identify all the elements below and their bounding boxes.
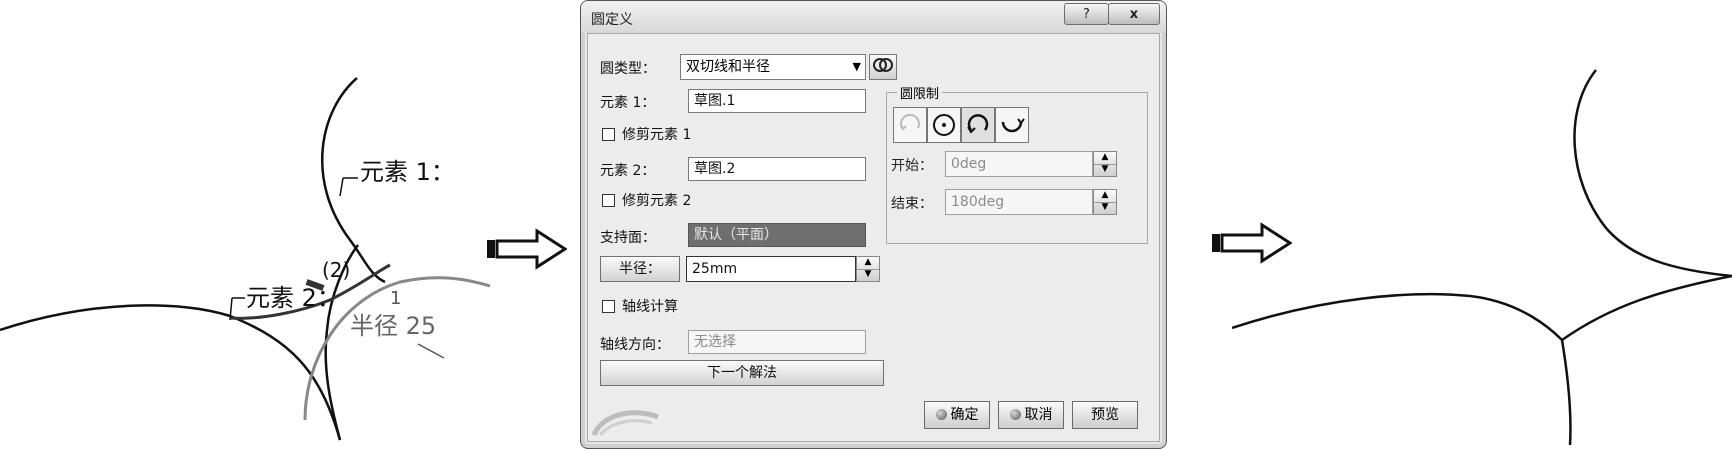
ok-label: 确定: [950, 407, 979, 423]
arrow-right-icon: [487, 228, 567, 270]
title-bar: 圆定义 ? x: [581, 1, 1166, 33]
radius-annotation: 半径 25: [350, 312, 437, 340]
element1-input[interactable]: 草图.1: [688, 89, 866, 113]
element2-input[interactable]: 草图.2: [688, 157, 866, 181]
radius-button[interactable]: 半径：: [600, 256, 680, 282]
element2-field-label: 元素 2：: [600, 163, 656, 179]
radius-input[interactable]: 25mm: [686, 256, 856, 282]
dialog-body: 圆类型： 双切线和半径 ▼ 元素 1： 草图.1 修剪元素 1 元素 2： 草图…: [587, 33, 1160, 442]
marker-number: (2): [322, 258, 351, 282]
leader-line-1b: [339, 177, 344, 197]
circle-definition-dialog: 圆定义 ? x 圆类型： 双切线和半径 ▼ 元素 1： 草图.1 修剪元素 1 …: [580, 0, 1167, 449]
circle-type-label: 圆类型：: [600, 61, 656, 77]
end-spinner[interactable]: ▲ ▼: [1093, 189, 1117, 215]
circle-limits-group: 圆限制 开始： 0deg ▲ ▼ 结束： 180deg ▲ ▼: [886, 83, 1148, 244]
support-input[interactable]: 默认（平面）: [688, 223, 866, 247]
whole-circle-icon[interactable]: [927, 107, 961, 143]
trim-element2-checkbox[interactable]: [602, 194, 615, 207]
circle-type-value: 双切线和半径: [686, 59, 770, 75]
spin-down-icon[interactable]: ▼: [857, 269, 879, 281]
result-left-curve: [1232, 292, 1563, 341]
trim-element1-checkbox[interactable]: [602, 128, 615, 141]
trim-element2-label: 修剪元素 2: [622, 193, 692, 209]
end-input[interactable]: 180deg: [945, 189, 1093, 215]
next-solution-button[interactable]: 下一个解法: [600, 360, 884, 386]
radius-spinner[interactable]: ▲ ▼: [856, 256, 880, 282]
element2-label: 元素 2：: [246, 284, 341, 312]
left-sketch: [0, 77, 491, 441]
ok-icon: [935, 409, 947, 420]
spin-down-icon[interactable]: ▼: [1094, 164, 1116, 176]
close-button[interactable]: x: [1108, 3, 1160, 25]
start-spinner[interactable]: ▲ ▼: [1093, 151, 1117, 177]
support-label: 支持面：: [600, 230, 656, 246]
cancel-icon: [1009, 409, 1021, 420]
circle-type-options-icon[interactable]: [869, 54, 897, 80]
radius-leader: [417, 343, 445, 359]
cancel-button[interactable]: 取消: [998, 401, 1064, 429]
catia-logo-icon: [592, 410, 659, 437]
trim-element1-label: 修剪元素 1: [622, 127, 692, 143]
axis-direction-label: 轴线方向：: [600, 337, 670, 353]
element1-label: 元素 1：: [360, 158, 455, 186]
circle-limits-title: 圆限制: [897, 83, 943, 102]
dialog-title: 圆定义: [591, 12, 633, 28]
element2-curve: [0, 304, 342, 441]
trimmed-circle-icon[interactable]: [961, 107, 995, 143]
spin-down-icon[interactable]: ▼: [1094, 202, 1116, 214]
axis-direction-input[interactable]: 无选择: [688, 330, 866, 354]
preview-button[interactable]: 预览: [1072, 401, 1138, 429]
axis-calc-checkbox[interactable]: [602, 300, 615, 313]
part-circle-icon[interactable]: [893, 107, 927, 143]
help-button[interactable]: ?: [1064, 3, 1109, 25]
start-input[interactable]: 0deg: [945, 151, 1093, 177]
result-lower-curve: [1560, 274, 1732, 446]
cancel-label: 取消: [1024, 407, 1053, 423]
element1-field-label: 元素 1：: [600, 95, 656, 111]
circle-type-select[interactable]: 双切线和半径 ▼: [680, 54, 866, 80]
end-label: 结束：: [891, 196, 933, 212]
ok-button[interactable]: 确定: [924, 401, 990, 429]
complementary-circle-icon[interactable]: [995, 107, 1029, 143]
chevron-down-icon: ▼: [852, 60, 861, 73]
right-sketch: [1232, 69, 1732, 446]
result-upper-curve: [1573, 69, 1732, 278]
axis-calc-label: 轴线计算: [622, 299, 678, 315]
start-label: 开始：: [891, 158, 933, 174]
